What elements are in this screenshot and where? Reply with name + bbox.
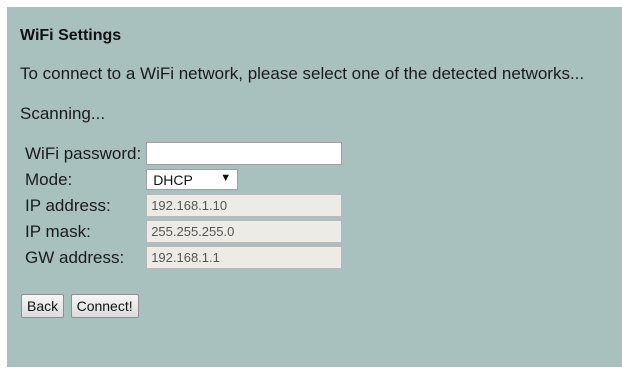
chevron-down-icon: ▼ — [220, 172, 232, 184]
password-row: WiFi password: — [23, 142, 343, 165]
wifi-form: WiFi password: Mode: DHCP ▼ IP address: … — [20, 139, 345, 272]
ip-mask-input[interactable] — [146, 220, 343, 243]
password-input[interactable] — [146, 142, 343, 165]
connect-button[interactable]: Connect! — [70, 294, 139, 318]
mode-selected-value: DHCP — [153, 172, 193, 188]
password-label: WiFi password: — [25, 143, 142, 163]
mode-label: Mode: — [25, 169, 73, 189]
mask-row: IP mask: — [23, 220, 343, 243]
intro-text: To connect to a WiFi network, please sel… — [20, 64, 585, 83]
button-bar: Back Connect! — [21, 294, 622, 318]
wifi-settings-panel: WiFi Settings To connect to a WiFi netwo… — [7, 7, 622, 367]
ip-row: IP address: — [23, 194, 343, 217]
gw-address-input[interactable] — [146, 246, 343, 269]
ip-address-input[interactable] — [146, 194, 343, 217]
back-button[interactable]: Back — [21, 294, 65, 318]
scan-status: Scanning... — [20, 104, 106, 123]
page-title: WiFi Settings — [20, 27, 122, 44]
gw-label: GW address: — [25, 247, 125, 267]
mode-row: Mode: DHCP ▼ — [23, 168, 342, 191]
mask-label: IP mask: — [25, 221, 91, 241]
ip-label: IP address: — [25, 195, 111, 215]
gw-row: GW address: — [23, 246, 343, 269]
mode-select[interactable]: DHCP ▼ — [146, 169, 239, 190]
